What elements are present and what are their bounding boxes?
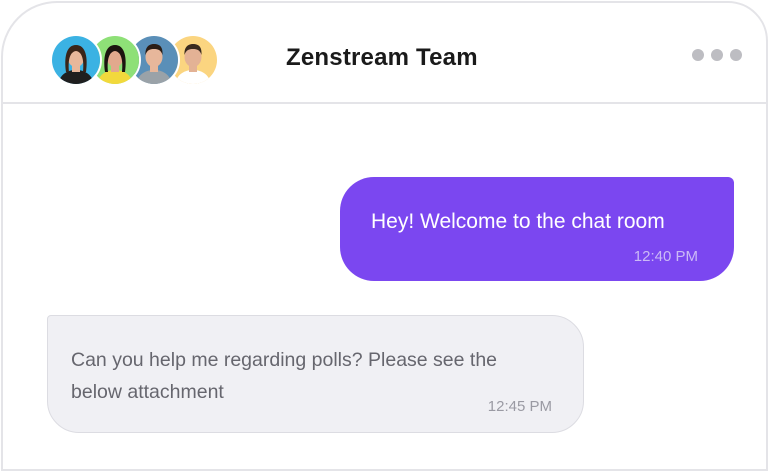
chat-title: Zenstream Team — [286, 44, 478, 71]
incoming-message-bubble[interactable]: Can you help me regarding polls? Please … — [47, 315, 584, 433]
message-text: Can you help me regarding polls? Please … — [71, 349, 498, 403]
chat-header: Zenstream Team — [3, 3, 766, 104]
outgoing-message-bubble[interactable]: Hey! Welcome to the chat room 12:40 PM — [340, 177, 734, 281]
avatar-group[interactable] — [50, 34, 220, 86]
avatar-1[interactable] — [50, 34, 102, 86]
message-timestamp: 12:45 PM — [487, 398, 552, 415]
more-options-icon[interactable] — [692, 49, 742, 61]
dot-icon — [730, 49, 742, 61]
chat-window: Zenstream Team Hey! Welcome to the chat … — [1, 1, 768, 471]
message-text: Hey! Welcome to the chat room — [371, 210, 665, 233]
person-icon — [52, 36, 100, 84]
dot-icon — [711, 49, 723, 61]
message-timestamp: 12:40 PM — [633, 248, 698, 265]
dot-icon — [692, 49, 704, 61]
